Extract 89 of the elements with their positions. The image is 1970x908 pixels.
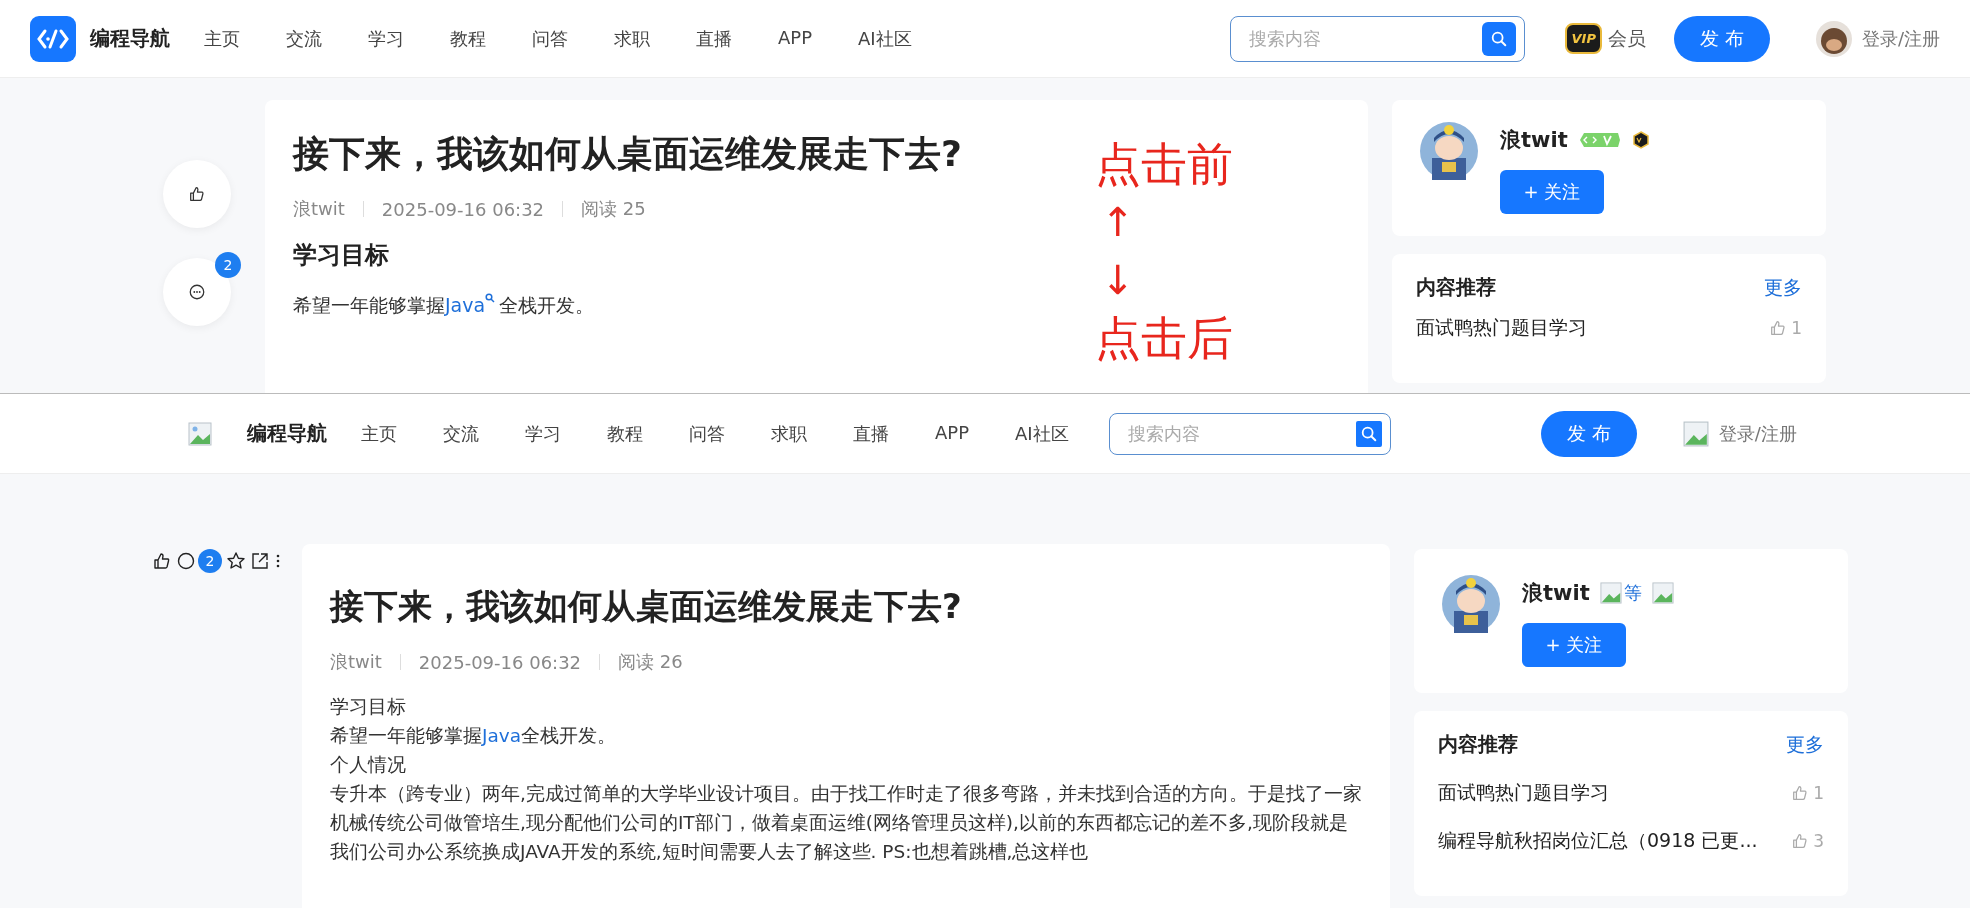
body-text: 学习目标 — [330, 695, 407, 719]
vip-badge: VIP — [1565, 23, 1602, 54]
comment-icon — [188, 283, 206, 301]
author-name[interactable]: 浪twit — [330, 650, 382, 674]
nav-link[interactable]: 求职 — [614, 26, 650, 51]
down-arrow-text: ↓ — [1100, 256, 1135, 305]
member-link[interactable]: 会员 — [1607, 25, 1646, 52]
nav-link[interactable]: 求职 — [771, 421, 807, 446]
nav-link[interactable]: AI社区 — [858, 26, 912, 51]
site-name[interactable]: 编程导航 — [90, 25, 170, 52]
nav-link[interactable]: 交流 — [443, 421, 479, 446]
publish-button[interactable]: 发 布 — [1540, 410, 1637, 457]
like-icon — [1791, 832, 1810, 850]
like-icon[interactable] — [152, 551, 172, 571]
nav-link[interactable]: 学习 — [525, 421, 561, 446]
article-title: 接下来，我该如何从桌面运维发展走下去? — [330, 585, 962, 628]
logo-icon[interactable] — [30, 15, 76, 62]
section-title: 内容推荐 — [1416, 274, 1496, 301]
avatar-icon[interactable] — [1442, 575, 1500, 633]
body-text: 希望一年能够掌握Java 全栈开发。 — [293, 293, 596, 318]
nav-link[interactable]: 直播 — [696, 26, 732, 51]
section-title: 内容推荐 — [1438, 731, 1518, 758]
nav-link[interactable]: 交流 — [286, 26, 322, 51]
nav-link[interactable]: 学习 — [368, 26, 404, 51]
up-arrow-text: ↑ — [1100, 198, 1135, 247]
publish-date: 2025-09-16 06:32 — [418, 651, 582, 673]
broken-image-icon — [188, 421, 212, 446]
login-link[interactable]: 登录/注册 — [1861, 26, 1940, 51]
level-badge-icon — [1577, 131, 1622, 149]
annotation-text: 点击前 — [1095, 136, 1233, 193]
search-box[interactable]: 搜索内容 — [1108, 412, 1391, 455]
java-link[interactable]: Java — [445, 294, 500, 316]
read-count: 阅读 25 — [581, 197, 646, 221]
star-icon[interactable] — [226, 551, 246, 571]
search-icon[interactable] — [1482, 21, 1517, 56]
like-icon — [1791, 784, 1810, 802]
author-name[interactable]: 浪twit — [293, 197, 345, 221]
vip-badge-icon — [1631, 131, 1650, 149]
body-text: 希望一年能够掌握Java全栈开发。 — [330, 724, 618, 748]
article-title: 接下来，我该如何从桌面运维发展走下去? — [293, 132, 962, 176]
like-count: 1 — [1813, 783, 1824, 803]
search-box[interactable]: 搜索内容 — [1230, 15, 1526, 62]
like-icon — [188, 185, 206, 203]
site-name[interactable]: 编程导航 — [247, 420, 327, 447]
body-text: 专升本（跨专业）两年,完成过简单的大学毕业设计项目。由于找工作时走了很多弯路，并未找到合适的方向。于是找了一家机械传统公司做管培生,现分配他们公司的IT部门，做着桌面运维(网络管理员这样),以前的东西都忘记的差不多,现阶段就是我们公司办公系统换成JAVA开发的系统,短时间需要人去了解这些. PS:也想着跳槽,总这样也 — [330, 782, 1362, 864]
broken-image-icon — [1599, 582, 1622, 604]
search-field[interactable]: 搜索内容 — [1125, 422, 1356, 445]
nav-link[interactable]: 问答 — [532, 26, 568, 51]
follow-button[interactable]: + 关注 — [1500, 170, 1604, 214]
nav-link[interactable]: 问答 — [689, 421, 725, 446]
like-count: 1 — [1791, 318, 1802, 338]
search-icon[interactable] — [485, 293, 496, 303]
more-link[interactable]: 更多 — [1786, 731, 1824, 758]
nav-link[interactable]: APP — [778, 26, 813, 51]
nav-link[interactable]: 直播 — [853, 421, 889, 446]
share-icon[interactable] — [250, 551, 270, 571]
search-icon[interactable] — [1355, 420, 1382, 447]
comment-count-badge: 2 — [198, 549, 222, 573]
publish-button[interactable]: 发 布 — [1673, 15, 1770, 62]
author-name[interactable]: 浪twit — [1522, 579, 1590, 607]
comment-count-badge: 2 — [215, 252, 241, 278]
recommended-article-link[interactable]: 面试鸭热门题目学习 — [1416, 315, 1766, 341]
login-link[interactable]: 登录/注册 — [1718, 421, 1797, 446]
publish-date: 2025-09-16 06:32 — [381, 198, 545, 220]
like-count: 3 — [1813, 831, 1824, 851]
recommended-article-link[interactable]: 面试鸭热门题目学习 — [1438, 780, 1788, 806]
nav-link[interactable]: AI社区 — [1015, 421, 1069, 446]
avatar-icon[interactable] — [1420, 122, 1478, 180]
comment-icon[interactable] — [176, 551, 196, 571]
nav-link[interactable]: APP — [935, 421, 970, 446]
java-link[interactable]: Java — [482, 725, 522, 746]
more-link[interactable]: 更多 — [1764, 274, 1802, 301]
author-name[interactable]: 浪twit — [1500, 126, 1568, 154]
broken-image-icon — [1682, 420, 1709, 447]
broken-image-icon — [1651, 582, 1674, 604]
section-heading: 学习目标 — [293, 240, 390, 271]
image-alt-text: 等 — [1623, 581, 1642, 605]
read-count: 阅读 26 — [618, 650, 683, 674]
body-text: 个人情况 — [330, 753, 407, 777]
nav-link[interactable]: 主页 — [361, 421, 397, 446]
search-field[interactable]: 搜索内容 — [1247, 27, 1483, 50]
like-icon — [1769, 319, 1788, 337]
annotation-text: 点击后 — [1095, 310, 1233, 367]
nav-link[interactable]: 教程 — [607, 421, 643, 446]
follow-button[interactable]: + 关注 — [1522, 623, 1626, 667]
recommended-article-link[interactable]: 编程导航秋招岗位汇总（0918 已更... — [1438, 828, 1788, 854]
avatar-icon[interactable] — [1815, 20, 1852, 57]
nav-link[interactable]: 教程 — [450, 26, 486, 51]
nav-link[interactable]: 主页 — [204, 26, 240, 51]
